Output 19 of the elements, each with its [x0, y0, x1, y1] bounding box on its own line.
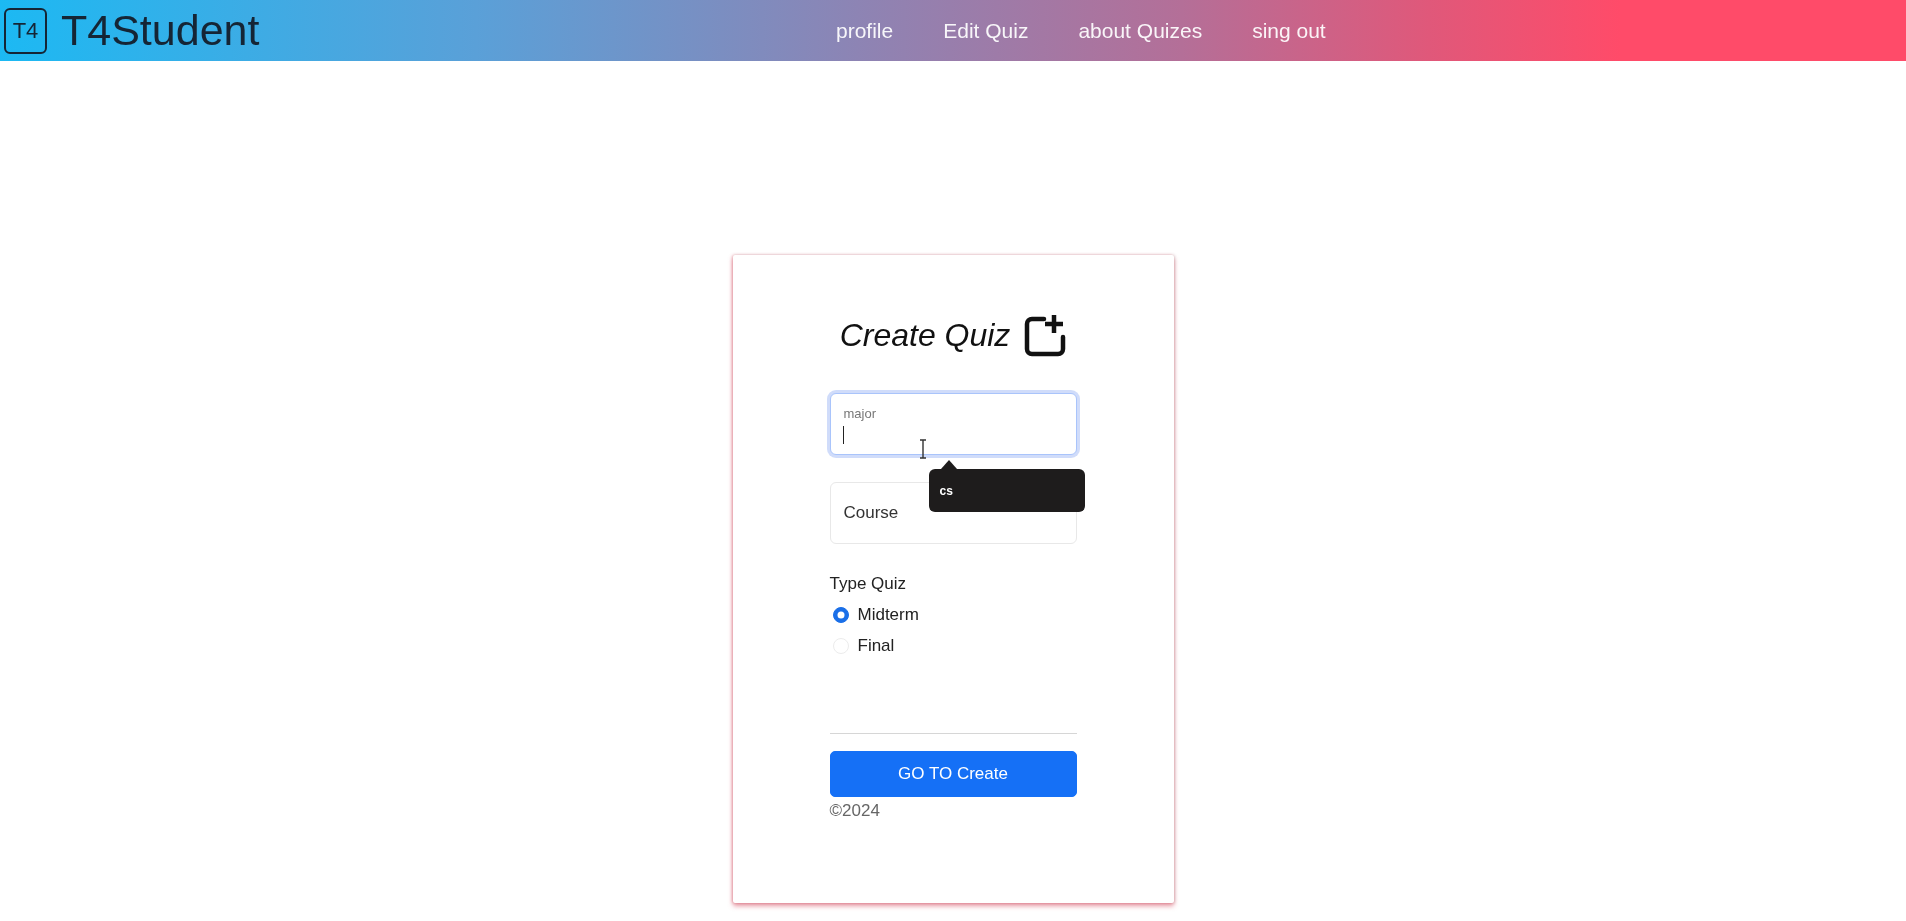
copyright-text: ©2024 — [829, 800, 881, 822]
nav-link[interactable]: about Quizes — [1078, 18, 1203, 42]
brand-logo: T4 — [4, 7, 47, 54]
group-label: Type Quiz — [829, 573, 908, 595]
text-cursor-icon — [918, 439, 927, 459]
nav-link[interactable]: Edit Quiz — [943, 18, 1029, 42]
field-label: major — [843, 406, 876, 422]
add-box-icon — [1024, 313, 1067, 357]
text-field[interactable]: major — [829, 393, 1077, 455]
brand-name[interactable]: T4Student — [61, 9, 260, 52]
radio-label: Final — [857, 635, 895, 658]
nav-link[interactable]: sing out — [1252, 18, 1326, 42]
radio-button[interactable] — [832, 607, 849, 623]
card-title: Create Quiz — [839, 315, 1011, 355]
go-to-create-button[interactable]: GO TO Create — [829, 751, 1077, 797]
field-label: Course — [843, 502, 899, 524]
nav-link[interactable]: profile — [836, 18, 894, 42]
text-caret — [842, 426, 844, 444]
radio-label: Midterm — [857, 604, 919, 627]
